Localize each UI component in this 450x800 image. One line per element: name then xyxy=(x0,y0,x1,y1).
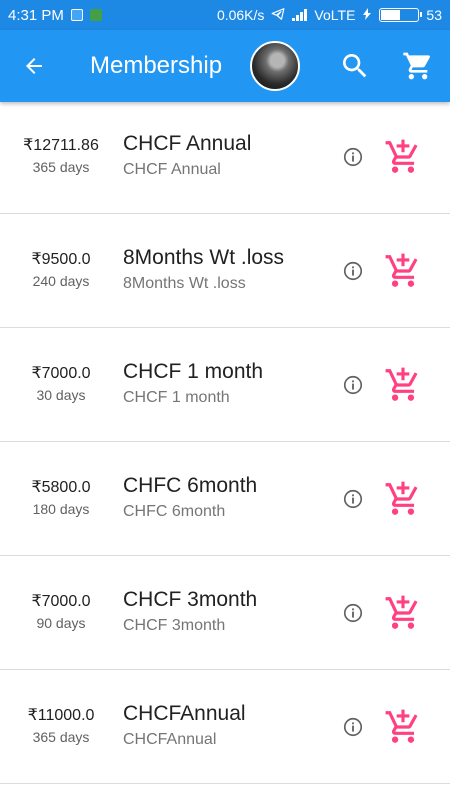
avatar[interactable] xyxy=(250,41,300,91)
duration: 365 days xyxy=(32,159,90,175)
plan-info: CHFC 6month CHFC 6month xyxy=(123,472,333,522)
info-icon xyxy=(343,603,363,623)
signal-strength-icon xyxy=(292,9,308,21)
plan-info: CHCF 1 month CHCF 1 month xyxy=(123,358,333,408)
plan-info: CHCF Annual CHCF Annual xyxy=(123,130,333,180)
price-block: ₹9500.0 240 days xyxy=(0,250,122,290)
info-icon xyxy=(343,717,363,737)
add-shopping-cart-icon xyxy=(385,709,418,743)
price-block: ₹12711.86 365 days xyxy=(0,136,122,176)
list-item[interactable]: ₹9500.0 240 days 8Months Wt .loss 8Month… xyxy=(0,214,450,328)
info-icon xyxy=(343,375,363,395)
list-item[interactable]: ₹5800.0 180 days CHFC 6month CHFC 6month xyxy=(0,442,450,556)
info-button[interactable] xyxy=(342,374,364,396)
price: ₹9500.0 xyxy=(31,251,91,268)
add-to-cart-button[interactable] xyxy=(384,252,422,290)
price-block: ₹11000.0 365 days xyxy=(0,706,122,746)
list-item[interactable]: ₹12711.86 365 days CHCF Annual CHCF Annu… xyxy=(0,100,450,214)
status-right: 0.06K/s VoLTE 53 xyxy=(217,7,442,24)
price-block: ₹7000.0 90 days xyxy=(0,592,122,632)
app-notification-icon xyxy=(89,9,102,21)
status-left: 4:31 PM xyxy=(8,7,102,24)
add-shopping-cart-icon xyxy=(385,253,418,287)
plan-subtitle: CHCFAnnual xyxy=(123,731,217,748)
plan-info: CHCFAnnual CHCFAnnual xyxy=(123,700,333,750)
price-block: ₹5800.0 180 days xyxy=(0,478,122,518)
price: ₹11000.0 xyxy=(27,707,95,724)
add-to-cart-button[interactable] xyxy=(384,480,422,518)
plan-info: 8Months Wt .loss 8Months Wt .loss xyxy=(123,244,333,294)
list-item[interactable]: ₹7000.0 30 days CHCF 1 month CHCF 1 mont… xyxy=(0,328,450,442)
info-icon xyxy=(343,261,363,281)
page-title: Membership xyxy=(90,52,223,79)
plan-name: CHCFAnnual xyxy=(123,702,246,725)
battery-fill xyxy=(381,10,401,20)
info-icon xyxy=(343,489,363,509)
shopping-cart-icon xyxy=(403,52,431,80)
app-bar: Membership xyxy=(0,30,450,102)
info-button[interactable] xyxy=(342,602,364,624)
info-button[interactable] xyxy=(342,260,364,282)
battery-icon xyxy=(379,8,423,22)
plan-name: 8Months Wt .loss xyxy=(123,246,285,269)
cart-button[interactable] xyxy=(402,50,434,82)
price: ₹5800.0 xyxy=(31,479,91,496)
search-button[interactable] xyxy=(339,50,371,82)
plan-name: CHFC 6month xyxy=(123,474,258,497)
plan-subtitle: CHCF 1 month xyxy=(123,389,230,406)
plan-subtitle: 8Months Wt .loss xyxy=(123,275,246,292)
duration: 30 days xyxy=(36,387,86,403)
search-icon xyxy=(343,54,367,78)
info-button[interactable] xyxy=(342,488,364,510)
telegram-icon xyxy=(271,7,285,24)
add-to-cart-button[interactable] xyxy=(384,594,422,632)
info-button[interactable] xyxy=(342,716,364,738)
add-to-cart-button[interactable] xyxy=(384,366,422,404)
add-to-cart-button[interactable] xyxy=(384,138,422,176)
list-item[interactable]: ₹11000.0 365 days CHCFAnnual CHCFAnnual xyxy=(0,670,450,784)
info-button[interactable] xyxy=(342,146,364,168)
plan-info: CHCF 3month CHCF 3month xyxy=(123,586,333,636)
price-block: ₹7000.0 30 days xyxy=(0,364,122,404)
plan-subtitle: CHCF Annual xyxy=(123,161,221,178)
price: ₹7000.0 xyxy=(31,593,91,610)
arrow-back-icon xyxy=(26,58,42,74)
network-speed: 0.06K/s xyxy=(216,7,265,23)
duration: 240 days xyxy=(32,273,90,289)
duration: 90 days xyxy=(36,615,86,631)
price: ₹7000.0 xyxy=(31,365,91,382)
duration: 365 days xyxy=(32,729,90,745)
back-button[interactable] xyxy=(18,50,50,82)
vpn-notification-icon xyxy=(70,9,83,21)
add-to-cart-button[interactable] xyxy=(384,708,422,746)
add-shopping-cart-icon xyxy=(385,481,418,515)
add-shopping-cart-icon xyxy=(385,595,418,629)
battery-level: 53 xyxy=(426,7,442,23)
list-item[interactable]: ₹7000.0 90 days CHCF 3month CHCF 3month xyxy=(0,556,450,670)
plan-subtitle: CHFC 6month xyxy=(123,503,226,520)
plan-name: CHCF 1 month xyxy=(123,360,264,383)
add-shopping-cart-icon xyxy=(385,367,418,401)
plan-name: CHCF Annual xyxy=(123,132,252,155)
status-bar: 4:31 PM 0.06K/s VoLTE 53 xyxy=(0,0,450,30)
membership-list: ₹12711.86 365 days CHCF Annual CHCF Annu… xyxy=(0,100,450,784)
plan-subtitle: CHCF 3month xyxy=(123,617,226,634)
network-type: VoLTE xyxy=(314,7,356,23)
info-icon xyxy=(343,147,363,167)
add-shopping-cart-icon xyxy=(385,139,418,173)
duration: 180 days xyxy=(32,501,90,517)
price: ₹12711.86 xyxy=(23,137,99,154)
plan-name: CHCF 3month xyxy=(123,588,258,611)
status-time: 4:31 PM xyxy=(8,6,64,24)
charging-icon xyxy=(362,7,372,23)
